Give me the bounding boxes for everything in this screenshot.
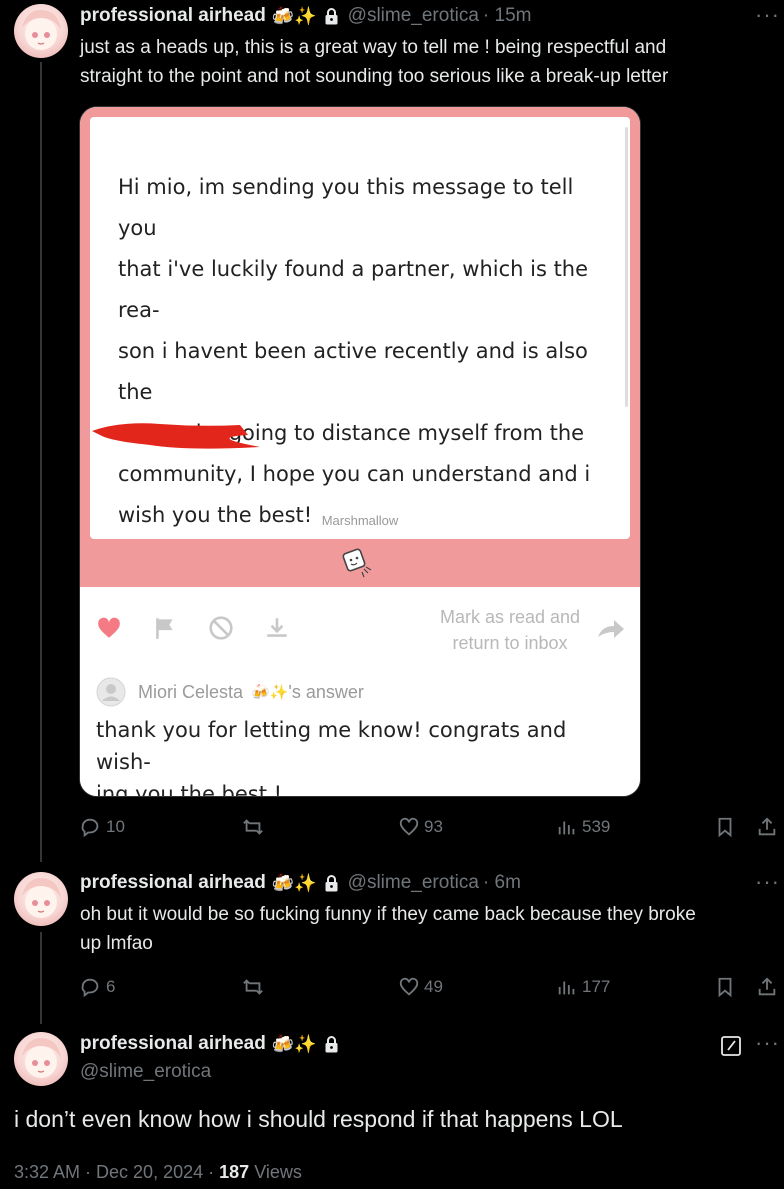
views-button[interactable]: 177 bbox=[556, 976, 610, 998]
bookmark-button[interactable] bbox=[714, 976, 740, 998]
mark-as-read-link: Mark as read and return to inbox bbox=[420, 604, 600, 656]
redaction-scribble bbox=[92, 423, 260, 449]
views-total: 187 bbox=[219, 1162, 250, 1182]
answerer-emoji: 🍻✨ bbox=[251, 684, 289, 701]
name-emoji: 🍻✨ bbox=[271, 5, 317, 26]
handle[interactable]: @slime_erotica bbox=[348, 872, 479, 894]
like-icon bbox=[399, 977, 419, 996]
name-emoji: 🍻✨ bbox=[271, 872, 317, 893]
lock-icon bbox=[325, 1035, 338, 1053]
like-count: 93 bbox=[424, 817, 443, 836]
views-icon bbox=[558, 821, 575, 835]
lock-icon bbox=[325, 874, 338, 892]
mark-read-line: return to inbox bbox=[452, 633, 568, 653]
views-label: Views bbox=[254, 1162, 302, 1182]
download-icon bbox=[267, 618, 287, 637]
views-button[interactable]: 539 bbox=[556, 816, 610, 838]
message-line: son i havent been active recently and is… bbox=[118, 339, 588, 404]
retweet-icon bbox=[243, 979, 263, 995]
share-icon bbox=[758, 977, 776, 996]
reply-icon bbox=[81, 818, 99, 838]
reply-icon bbox=[81, 978, 99, 998]
tweet-text-line: oh but it would be so fucking funny if t… bbox=[80, 904, 696, 925]
timestamp[interactable]: 3:32 AM · Dec 20, 2024 · bbox=[14, 1162, 214, 1182]
tweet-text: just as a heads up, this is a great way … bbox=[80, 33, 770, 91]
bookmark-icon bbox=[718, 977, 732, 998]
marshmallow-card-bottom: Mark as read and return to inbox Miori C… bbox=[80, 587, 640, 796]
flag-icon bbox=[156, 618, 173, 639]
handle[interactable]: @slime_erotica bbox=[348, 5, 479, 27]
tweet-text-line: just as a heads up, this is a great way … bbox=[80, 37, 667, 58]
answerer-row: Miori Celesta 🍻✨ 's answer bbox=[96, 677, 364, 707]
message-paper: Hi mio, im sending you this message to t… bbox=[90, 117, 630, 539]
marshmallow-brand: Marshmallow bbox=[321, 513, 399, 528]
answer-line: ing you the best ! bbox=[96, 782, 283, 797]
heart-icon bbox=[98, 617, 120, 638]
marshmallow-icon bbox=[342, 548, 372, 578]
like-count: 49 bbox=[424, 977, 443, 996]
bookmark-icon bbox=[718, 817, 732, 838]
thread-line bbox=[40, 62, 42, 862]
tweet-meta: 3:32 AM · Dec 20, 2024 · 187 Views bbox=[14, 1162, 302, 1183]
avatar-placeholder-icon bbox=[96, 677, 126, 707]
avatar[interactable] bbox=[14, 4, 68, 58]
tweet-text: oh but it would be so fucking funny if t… bbox=[80, 900, 780, 958]
message-line: that i've luckily found a partner, which… bbox=[118, 257, 589, 322]
answer-text: thank you for letting me know! congrats … bbox=[96, 714, 626, 797]
message-text: Hi mio, im sending you this message to t… bbox=[118, 167, 608, 536]
answer-line: thank you for letting me know! congrats … bbox=[96, 718, 567, 774]
block-icon bbox=[209, 616, 233, 640]
reply-button[interactable]: 6 bbox=[80, 976, 115, 998]
reply-count: 6 bbox=[106, 977, 116, 996]
tweet-actions: 6 49 177 bbox=[80, 974, 780, 1000]
display-name[interactable]: professional airhead bbox=[80, 5, 266, 27]
avatar[interactable] bbox=[14, 872, 68, 926]
more-dots-icon[interactable]: ··· bbox=[755, 1030, 780, 1056]
edit-icon[interactable] bbox=[720, 1035, 742, 1057]
like-button[interactable]: 93 bbox=[398, 816, 443, 838]
mark-read-line: Mark as read and bbox=[439, 607, 581, 627]
focused-tweet-text: i don’t even know how i should respond i… bbox=[14, 1106, 623, 1132]
display-name[interactable]: professional airhead bbox=[80, 1033, 266, 1055]
views-count: 539 bbox=[582, 817, 611, 836]
attached-image[interactable]: Hi mio, im sending you this message to t… bbox=[79, 106, 641, 797]
scrollbar bbox=[625, 127, 628, 407]
tweet-header: professional airhead 🍻✨ bbox=[80, 1033, 338, 1055]
tweet-header: professional airhead 🍻✨ @slime_erotica ·… bbox=[80, 5, 531, 27]
like-button[interactable]: 49 bbox=[398, 976, 443, 998]
avatar[interactable] bbox=[14, 1032, 68, 1086]
tweet-text-line: up lmfao bbox=[80, 933, 153, 954]
views-icon bbox=[558, 981, 575, 995]
message-line: community, I hope you can understand and… bbox=[118, 462, 591, 486]
name-emoji: 🍻✨ bbox=[271, 1033, 317, 1054]
tweet-actions: 10 93 539 bbox=[80, 814, 780, 840]
retweet-button[interactable] bbox=[242, 816, 268, 838]
message-line: Hi mio, im sending you this message to t… bbox=[118, 175, 574, 240]
views-count: 177 bbox=[582, 977, 611, 996]
retweet-button[interactable] bbox=[242, 976, 268, 998]
tweet-header: professional airhead 🍻✨ @slime_erotica ·… bbox=[80, 872, 521, 894]
forward-arrow-icon bbox=[598, 620, 624, 638]
time-ago[interactable]: · 6m bbox=[483, 872, 521, 894]
answerer-name: Miori Celesta bbox=[138, 681, 244, 702]
card-actions bbox=[96, 615, 290, 641]
share-icon bbox=[758, 817, 776, 836]
share-button[interactable] bbox=[756, 816, 782, 838]
reply-button[interactable]: 10 bbox=[80, 816, 125, 838]
reply-count: 10 bbox=[106, 817, 125, 836]
share-button[interactable] bbox=[756, 976, 782, 998]
bookmark-button[interactable] bbox=[714, 816, 740, 838]
marshmallow-card-top: Hi mio, im sending you this message to t… bbox=[80, 107, 640, 587]
handle[interactable]: @slime_erotica bbox=[80, 1061, 211, 1083]
answer-suffix: 's answer bbox=[288, 681, 364, 702]
tweet-text-line: straight to the point and not sounding t… bbox=[80, 66, 669, 87]
more-dots-icon[interactable]: ··· bbox=[755, 2, 780, 28]
more-dots-icon[interactable]: ··· bbox=[755, 869, 780, 895]
lock-icon bbox=[325, 7, 338, 25]
like-icon bbox=[399, 817, 419, 836]
thread-line bbox=[40, 932, 42, 1024]
time-ago[interactable]: · 15m bbox=[483, 5, 532, 27]
retweet-icon bbox=[243, 819, 263, 835]
display-name[interactable]: professional airhead bbox=[80, 872, 266, 894]
